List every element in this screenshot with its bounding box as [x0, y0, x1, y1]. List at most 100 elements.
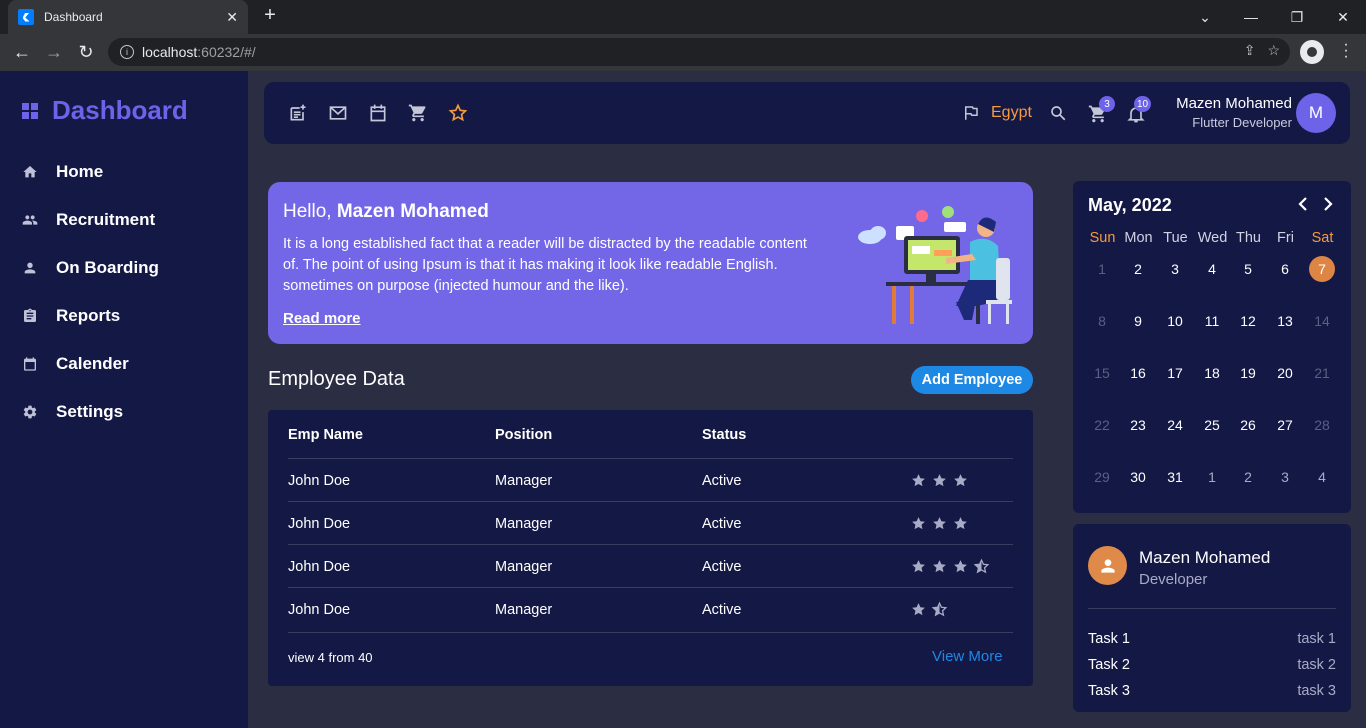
calendar-day[interactable]: 24	[1162, 412, 1188, 438]
calendar-day[interactable]: 9	[1125, 308, 1151, 334]
calendar-day[interactable]: 27	[1272, 412, 1298, 438]
task-item[interactable]: Task 3 task 3	[1088, 683, 1336, 703]
weekday-label: Sun	[1089, 230, 1116, 246]
logo-text: Dashboard	[52, 95, 188, 125]
calendar-day[interactable]: 13	[1272, 308, 1298, 334]
post-add-icon[interactable]	[288, 103, 308, 123]
table-row[interactable]: John Doe Manager Active	[288, 587, 1013, 630]
new-tab-icon[interactable]: +	[258, 4, 282, 27]
calendar-day[interactable]: 18	[1199, 360, 1225, 386]
calendar-day[interactable]: 8	[1089, 308, 1115, 334]
site-info-icon[interactable]: i	[120, 45, 134, 59]
weekday-label: Wed	[1197, 230, 1228, 246]
calendar-icon[interactable]	[368, 103, 388, 123]
banner-text: It is a long established fact that a rea…	[283, 236, 807, 294]
close-window-icon[interactable]: ✕	[1320, 0, 1366, 34]
user-info[interactable]: Mazen Mohamed Flutter Developer	[1176, 95, 1292, 130]
calendar-day[interactable]: 3	[1162, 256, 1188, 282]
add-employee-button[interactable]: Add Employee	[911, 366, 1033, 394]
browser-tab[interactable]: Dashboard ✕	[8, 0, 248, 34]
calendar-day[interactable]: 21	[1309, 360, 1335, 386]
avatar[interactable]	[1088, 546, 1127, 585]
calendar-day[interactable]: 30	[1125, 464, 1151, 490]
table-row[interactable]: John Doe Manager Active	[288, 501, 1013, 544]
restore-icon[interactable]: ❐	[1274, 0, 1320, 34]
calendar-day[interactable]: 17	[1162, 360, 1188, 386]
sidebar-item-on-boarding[interactable]: On Boarding	[22, 254, 159, 282]
status-cell: Active	[702, 559, 742, 575]
flag-icon[interactable]	[962, 104, 980, 122]
calendar-day[interactable]: 1	[1199, 464, 1225, 490]
calendar-day[interactable]: 19	[1235, 360, 1261, 386]
calendar-day[interactable]: 31	[1162, 464, 1188, 490]
emp-name-cell: John Doe	[288, 602, 351, 618]
minimize-icon[interactable]: —	[1228, 0, 1274, 34]
calendar-month: May, 2022	[1088, 195, 1172, 215]
close-tab-icon[interactable]: ✕	[226, 9, 238, 26]
tab-search-icon[interactable]: ⌄	[1182, 0, 1228, 34]
chevron-left-icon[interactable]	[1295, 195, 1311, 213]
share-icon[interactable]: ⇪	[1244, 42, 1256, 59]
calendar-day[interactable]: 22	[1089, 412, 1115, 438]
sidebar-item-calender[interactable]: Calender	[22, 350, 129, 378]
forward-icon[interactable]: →	[40, 38, 68, 66]
calendar-day[interactable]: 7	[1309, 256, 1335, 282]
table-row[interactable]: John Doe Manager Active	[288, 458, 1013, 501]
back-icon[interactable]: ←	[8, 38, 36, 66]
bookmark-star-icon[interactable]: ☆	[1267, 42, 1280, 59]
column-header: Status	[702, 427, 747, 443]
status-cell: Active	[702, 602, 742, 618]
tab-title: Dashboard	[44, 10, 103, 24]
mail-icon[interactable]	[328, 103, 348, 123]
calendar-day[interactable]: 4	[1199, 256, 1225, 282]
calendar-day[interactable]: 15	[1089, 360, 1115, 386]
calendar-day[interactable]: 14	[1309, 308, 1335, 334]
chevron-right-icon[interactable]	[1320, 195, 1336, 213]
browser-profile-icon[interactable]	[1300, 40, 1324, 64]
sidebar-item-settings[interactable]: Settings	[22, 398, 123, 426]
sidebar-item-reports[interactable]: Reports	[22, 302, 120, 330]
sidebar-item-label: Reports	[56, 306, 121, 325]
star-icon	[933, 474, 946, 487]
task-item[interactable]: Task 2 task 2	[1088, 657, 1336, 677]
view-more-button[interactable]: View More	[932, 648, 1003, 665]
calendar-day[interactable]: 6	[1272, 256, 1298, 282]
star-icon[interactable]	[448, 103, 468, 123]
calendar-day[interactable]: 16	[1125, 360, 1151, 386]
shopping-cart-icon[interactable]	[408, 103, 428, 123]
sidebar-item-home[interactable]: Home	[22, 158, 103, 186]
calendar-day[interactable]: 1	[1089, 256, 1115, 282]
search-icon[interactable]	[1049, 104, 1067, 122]
calendar-day[interactable]: 11	[1199, 308, 1225, 334]
sidebar-item-recruitment[interactable]: Recruitment	[22, 206, 155, 234]
calendar-day[interactable]: 12	[1235, 308, 1261, 334]
country-selector[interactable]: Egypt	[991, 104, 1032, 122]
avatar[interactable]: M	[1296, 93, 1336, 133]
calendar-day[interactable]: 26	[1235, 412, 1261, 438]
task-item[interactable]: Task 1 task 1	[1088, 631, 1336, 651]
calendar-day[interactable]: 28	[1309, 412, 1335, 438]
star-icon	[912, 560, 925, 573]
calendar-day[interactable]: 29	[1089, 464, 1115, 490]
read-more-link[interactable]: Read more	[283, 310, 361, 327]
calendar-day[interactable]: 2	[1235, 464, 1261, 490]
home-icon	[23, 166, 37, 178]
calendar-day[interactable]: 25	[1199, 412, 1225, 438]
reload-icon[interactable]: ↻	[72, 38, 100, 66]
address-bar[interactable]: i localhost:60232/#/ ⇪ ☆	[108, 38, 1290, 66]
table-row[interactable]: John Doe Manager Active	[288, 544, 1013, 587]
logo[interactable]: Dashboard	[22, 95, 188, 126]
calendar-day[interactable]: 10	[1162, 308, 1188, 334]
user-role: Flutter Developer	[1192, 115, 1292, 130]
emp-name-cell: John Doe	[288, 516, 351, 532]
calendar-day[interactable]: 5	[1235, 256, 1261, 282]
person-icon	[1100, 558, 1115, 573]
calendar-day[interactable]: 20	[1272, 360, 1298, 386]
calendar-day[interactable]: 23	[1125, 412, 1151, 438]
calendar-day[interactable]: 2	[1125, 256, 1151, 282]
browser-tab-strip: Dashboard ✕ + ⌄ — ❐ ✕	[0, 0, 1366, 34]
weekday-label: Thu	[1236, 230, 1261, 246]
calendar-day[interactable]: 3	[1272, 464, 1298, 490]
browser-menu-icon[interactable]: · · ·	[1336, 37, 1356, 65]
calendar-day[interactable]: 4	[1309, 464, 1335, 490]
